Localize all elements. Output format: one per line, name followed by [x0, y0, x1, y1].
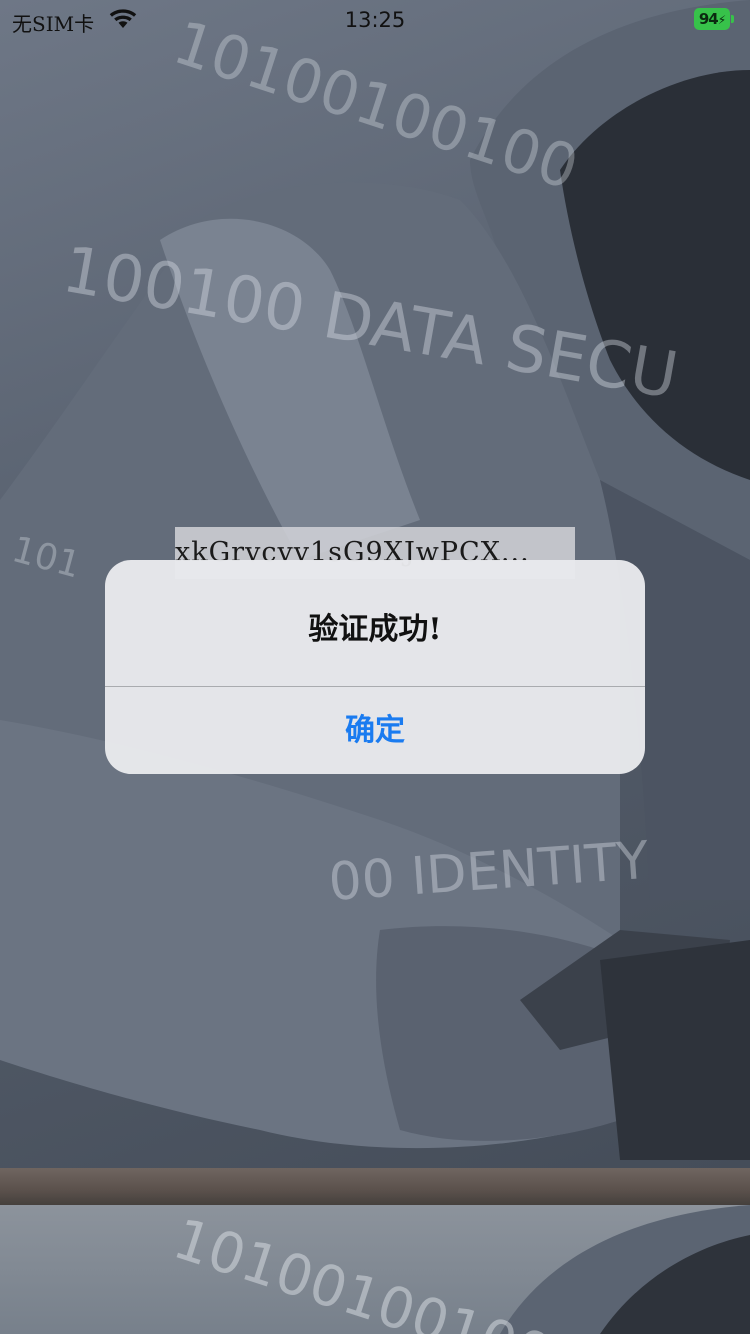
screen: 10100100100 100100 DATA SECU 00 IDENTITY…: [0, 0, 750, 1334]
battery-level: 94⚡: [694, 8, 730, 30]
confirm-button[interactable]: 确定: [105, 687, 645, 774]
clock: 13:25: [344, 8, 406, 32]
table-edge: [0, 1168, 750, 1205]
alert-dialog: 验证成功! 确定: [105, 560, 645, 774]
alert-title: 验证成功!: [308, 612, 442, 647]
background-image-repeat: 10100100100: [0, 1205, 750, 1334]
battery-icon: 94⚡: [694, 8, 736, 30]
status-bar: 无SIM卡 13:25 94⚡: [0, 0, 750, 44]
overlay-text-repeat: 10100100100: [166, 1206, 559, 1334]
hooded-figure-illustration-repeat: 10100100100: [166, 1205, 750, 1334]
